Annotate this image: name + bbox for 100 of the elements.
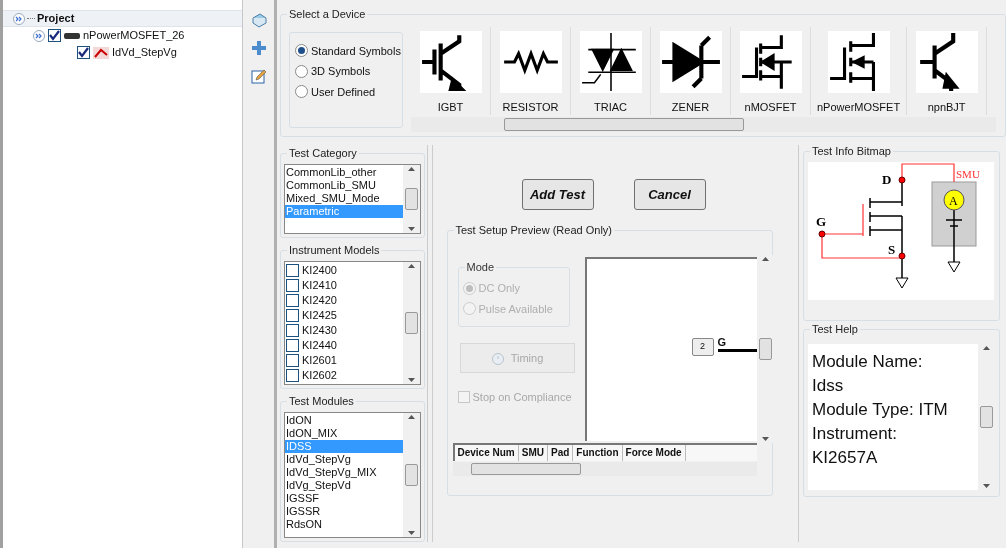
scroll-thumb[interactable] xyxy=(758,338,772,360)
vertical-scrollbar[interactable] xyxy=(403,165,420,233)
tree-item-label[interactable]: nPowerMOSFET_26 xyxy=(83,27,185,44)
radio-label[interactable]: User Defined xyxy=(311,83,376,100)
column-header[interactable]: Pad xyxy=(548,445,574,461)
scroll-up-icon[interactable] xyxy=(408,415,415,419)
radio-button[interactable] xyxy=(295,44,308,58)
help-text-line: Instrument: xyxy=(812,423,899,445)
list-item[interactable]: KI2602 xyxy=(302,369,337,382)
radio-label[interactable]: Standard Symbols xyxy=(311,42,401,59)
terminal-label: D xyxy=(882,172,892,187)
list-item[interactable]: RdsON xyxy=(285,518,403,531)
checkbox[interactable] xyxy=(286,309,299,322)
list-item[interactable]: Mixed_SMU_Mode xyxy=(285,192,403,205)
tree-root-label[interactable]: Project xyxy=(37,10,75,27)
scroll-thumb[interactable] xyxy=(504,118,744,132)
scroll-thumb[interactable] xyxy=(405,188,418,210)
mosfet-symbol-icon xyxy=(739,30,802,93)
scroll-thumb[interactable] xyxy=(470,463,581,475)
scroll-up-icon[interactable] xyxy=(983,346,990,350)
list-item[interactable]: KI2400 xyxy=(302,264,337,277)
list-item[interactable]: KI2425 xyxy=(302,309,337,322)
checkbox[interactable] xyxy=(286,294,299,307)
action-button[interactable]: Add Test xyxy=(521,179,594,210)
action-button[interactable]: Cancel xyxy=(633,179,706,210)
column-header[interactable]: Force Mode xyxy=(622,445,686,461)
device-tile[interactable]: ZENER xyxy=(651,26,731,116)
checkbox[interactable] xyxy=(77,46,90,59)
igbt-symbol-icon xyxy=(419,30,482,93)
expander-icon[interactable] xyxy=(13,12,25,25)
scroll-up-icon[interactable] xyxy=(408,167,415,171)
checkbox[interactable] xyxy=(286,279,299,292)
device-icon[interactable] xyxy=(250,12,267,28)
terminal-label: S xyxy=(888,242,896,257)
help-text-line: Module Type: ITM xyxy=(812,399,949,421)
column-header[interactable]: Device Num xyxy=(454,445,519,461)
expander-icon[interactable] xyxy=(33,29,45,42)
list-item[interactable]: CommonLib_SMU xyxy=(285,179,403,192)
zener-symbol-icon xyxy=(659,30,722,93)
scroll-thumb[interactable] xyxy=(980,406,993,428)
scroll-thumb[interactable] xyxy=(405,464,418,486)
column-header[interactable]: Function xyxy=(573,445,623,461)
group-title: Test Help xyxy=(810,322,860,336)
list-item[interactable]: KI2430 xyxy=(302,324,337,337)
powermosfet-symbol-icon xyxy=(827,30,890,93)
checkbox[interactable] xyxy=(286,264,299,277)
device-tile[interactable]: npnBJT xyxy=(907,26,988,116)
scroll-down-icon[interactable] xyxy=(761,437,769,441)
device-tile[interactable]: IGBT xyxy=(411,26,491,116)
checkbox[interactable] xyxy=(286,324,299,337)
list-item[interactable]: IdVd_StepVg_MIX xyxy=(285,466,403,479)
bjt-symbol-icon xyxy=(915,30,978,93)
list-item[interactable]: KI2420 xyxy=(302,294,337,307)
checkbox[interactable] xyxy=(286,339,299,352)
device-tile[interactable]: RESISTOR xyxy=(491,26,571,116)
list-item[interactable]: KI2410 xyxy=(302,279,337,292)
group-title: Instrument Models xyxy=(287,243,382,257)
scroll-down-icon[interactable] xyxy=(983,484,990,488)
radio-button[interactable] xyxy=(295,64,308,78)
checkbox[interactable] xyxy=(286,369,299,382)
group-title: Test Setup Preview (Read Only) xyxy=(453,223,614,237)
column-header[interactable]: SMU xyxy=(518,445,548,461)
scroll-down-icon[interactable] xyxy=(408,531,415,535)
pin-label: G xyxy=(717,336,727,348)
device-tile[interactable]: TRIAC xyxy=(571,26,651,116)
scroll-down-icon[interactable] xyxy=(408,378,415,382)
stopwatch-icon xyxy=(490,351,505,365)
vertical-scrollbar[interactable] xyxy=(403,262,420,384)
list-item[interactable]: IdON_MIX xyxy=(285,427,403,440)
checkbox[interactable] xyxy=(286,354,299,367)
add-icon[interactable] xyxy=(250,40,267,56)
device-label: npnBJT xyxy=(927,99,966,115)
list-item[interactable]: CommonLib_other xyxy=(285,166,403,179)
radio-label[interactable]: 3D Symbols xyxy=(311,63,371,80)
list-item[interactable]: KI2601 xyxy=(302,354,337,367)
meter-label: A xyxy=(949,194,958,208)
scroll-up-icon[interactable] xyxy=(408,264,415,268)
radio-button[interactable] xyxy=(295,85,308,99)
scroll-up-icon[interactable] xyxy=(761,257,769,261)
scroll-thumb[interactable] xyxy=(405,312,418,334)
horizontal-scrollbar[interactable] xyxy=(452,462,757,476)
list-item[interactable]: IGSSR xyxy=(285,505,403,518)
pin-number-button[interactable]: 2 xyxy=(691,338,714,356)
device-tile[interactable]: nPowerMOSFET xyxy=(811,26,908,116)
list-item[interactable]: KI2440 xyxy=(302,339,337,352)
device-tile[interactable]: nMOSFET xyxy=(731,26,811,116)
vertical-scrollbar[interactable] xyxy=(403,413,420,537)
scroll-down-icon[interactable] xyxy=(408,227,415,231)
list-item[interactable]: IdVd_StepVg xyxy=(285,453,403,466)
device-label: nMOSFET xyxy=(744,99,797,115)
edit-icon[interactable] xyxy=(250,68,267,84)
terminal-label: G xyxy=(816,214,827,229)
device-label: TRIAC xyxy=(594,99,627,115)
tree-item-label[interactable]: IdVd_StepVg xyxy=(112,44,177,61)
list-item[interactable]: IGSSF xyxy=(285,492,403,505)
list-item[interactable]: IdON xyxy=(285,414,403,427)
horizontal-scrollbar[interactable] xyxy=(411,117,996,133)
list-item[interactable]: IdVg_StepVd xyxy=(285,479,403,492)
checkbox[interactable] xyxy=(48,29,61,42)
device-label: RESISTOR xyxy=(502,99,559,115)
